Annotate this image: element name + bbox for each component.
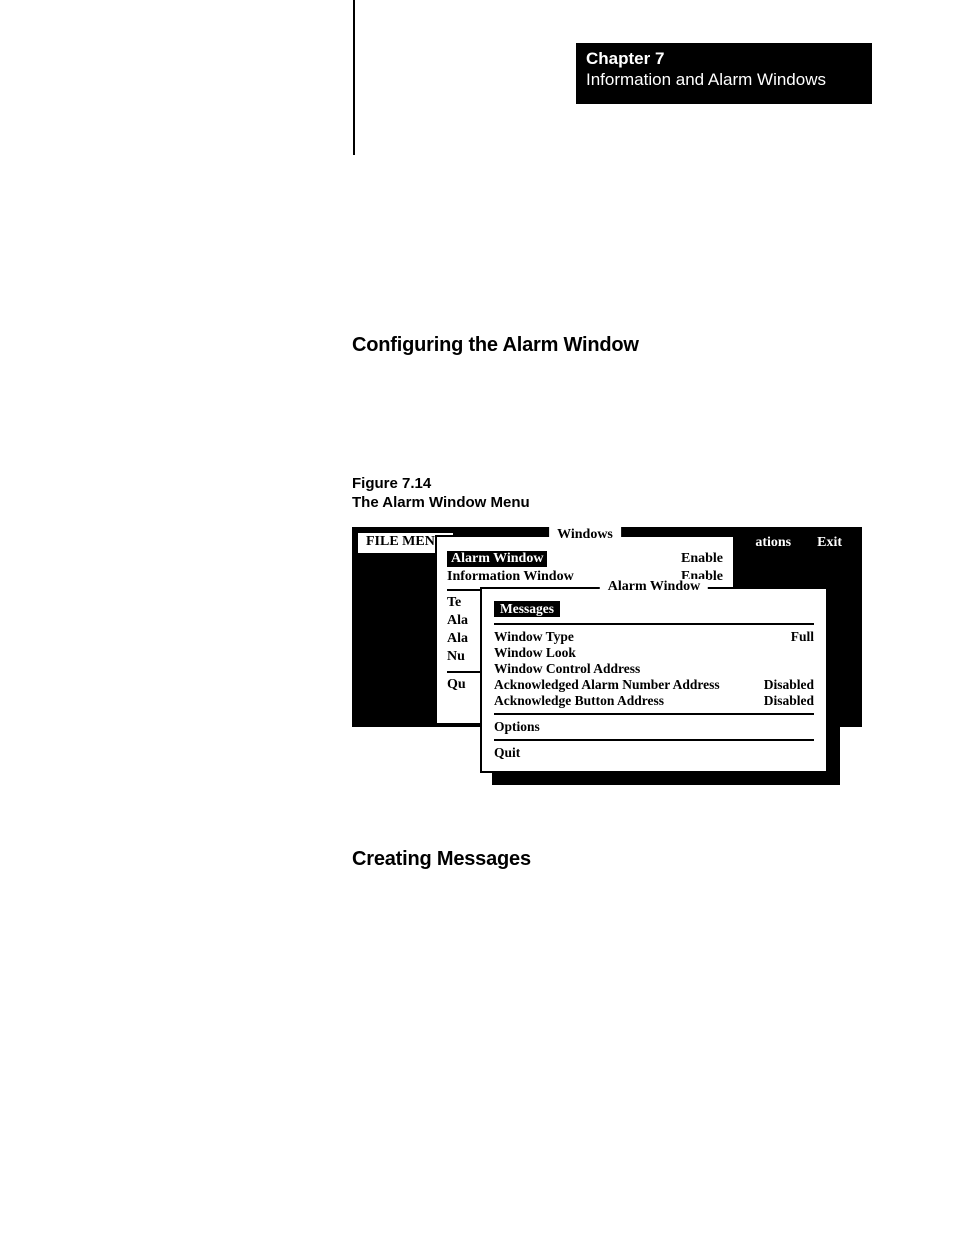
label-window-look: Window Look — [494, 645, 576, 661]
chapter-number: Chapter 7 — [586, 49, 862, 69]
figure-caption: Figure 7.14 The Alarm Window Menu — [352, 475, 530, 513]
label-alarm-window: Alarm Window — [447, 551, 547, 567]
menu-item-window-look[interactable]: Window Look — [494, 645, 814, 661]
vertical-rule — [353, 0, 355, 155]
windows-panel-title: Windows — [549, 527, 621, 543]
label-options: Options — [494, 719, 540, 735]
figure-title: The Alarm Window Menu — [352, 494, 530, 511]
label-window-control-address: Window Control Address — [494, 661, 640, 677]
menu-item-window-type[interactable]: Window Type Full — [494, 629, 814, 645]
value-alarm-window: Enable — [681, 551, 723, 567]
value-ack-button-addr: Disabled — [764, 693, 814, 709]
label-ack-alarm-num-addr: Acknowledged Alarm Number Address — [494, 677, 720, 693]
label-messages: Messages — [494, 601, 560, 617]
alarm-window-panel: Alarm Window Messages Window Type Full W… — [480, 587, 828, 773]
menu-item-ack-alarm-number-address[interactable]: Acknowledged Alarm Number Address Disabl… — [494, 677, 814, 693]
chapter-title: Information and Alarm Windows — [586, 69, 862, 91]
value-ack-alarm-num-addr: Disabled — [764, 677, 814, 693]
menu-item-quit[interactable]: Quit — [494, 745, 814, 761]
divider — [494, 623, 814, 625]
figure-illustration: FILE MENU ations Exit Windows Alarm Wind… — [352, 527, 862, 787]
menubar-item-exit[interactable]: Exit — [817, 535, 842, 551]
label-quit: Quit — [494, 745, 520, 761]
label-information-window: Information Window — [447, 569, 574, 585]
section-heading-configuring: Configuring the Alarm Window — [352, 334, 639, 357]
alarm-panel-title: Alarm Window — [600, 579, 708, 595]
divider — [494, 713, 814, 715]
label-ack-button-addr: Acknowledge Button Address — [494, 693, 664, 709]
menubar-right-group: ations Exit — [747, 533, 850, 553]
menu-item-options[interactable]: Options — [494, 719, 814, 735]
chapter-header: Chapter 7 Information and Alarm Windows — [576, 43, 872, 104]
value-window-type: Full — [791, 629, 814, 645]
menu-item-ack-button-address[interactable]: Acknowledge Button Address Disabled — [494, 693, 814, 709]
menu-item-messages[interactable]: Messages — [494, 601, 814, 617]
section-heading-creating-messages: Creating Messages — [352, 848, 531, 871]
divider — [494, 739, 814, 741]
figure-number: Figure 7.14 — [352, 475, 431, 492]
menubar-item-ations[interactable]: ations — [755, 535, 791, 551]
menu-item-window-control-address[interactable]: Window Control Address — [494, 661, 814, 677]
menu-item-alarm-window[interactable]: Alarm Window Enable — [447, 551, 723, 567]
label-window-type: Window Type — [494, 629, 574, 645]
